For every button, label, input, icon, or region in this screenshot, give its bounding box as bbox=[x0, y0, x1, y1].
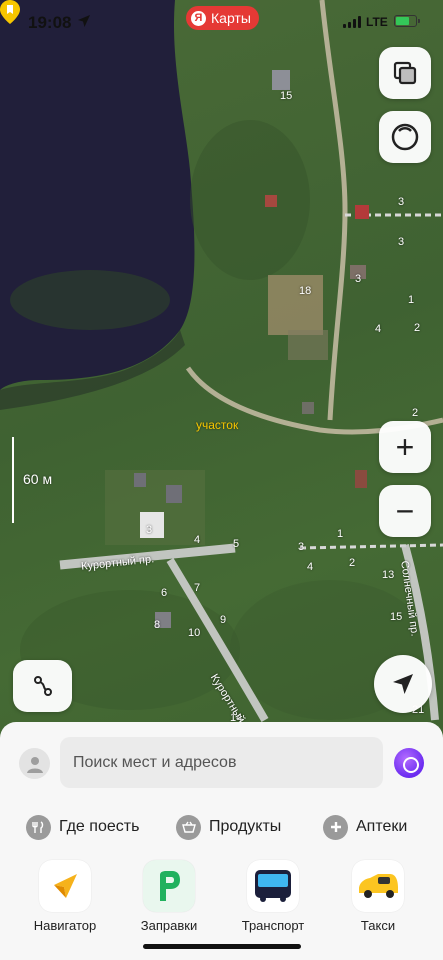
app-label: Заправки bbox=[140, 918, 198, 933]
fork-knife-icon bbox=[26, 814, 51, 840]
house-number: 1 bbox=[337, 528, 344, 540]
navigation-arrow-icon bbox=[393, 674, 413, 694]
basket-icon bbox=[176, 814, 201, 840]
signal-strength-icon bbox=[343, 16, 361, 28]
category-label: Аптеки bbox=[356, 818, 408, 835]
fuel-icon bbox=[143, 860, 195, 912]
house-number: 3 bbox=[146, 524, 153, 536]
house-number: 2 bbox=[349, 557, 356, 569]
battery-level bbox=[396, 17, 409, 25]
house-number: 4 bbox=[307, 561, 314, 573]
battery-icon bbox=[394, 15, 420, 27]
zoom-out-button[interactable]: − bbox=[379, 485, 431, 537]
route-button[interactable] bbox=[13, 660, 72, 712]
navigator-icon bbox=[39, 860, 91, 912]
my-location-button[interactable] bbox=[374, 655, 432, 713]
layers-button[interactable] bbox=[379, 47, 431, 99]
pin-label[interactable]: участок bbox=[196, 418, 238, 432]
category-groceries[interactable]: Продукты bbox=[176, 814, 281, 840]
route-icon bbox=[33, 676, 52, 696]
category-pharmacy[interactable]: Аптеки bbox=[323, 814, 407, 840]
house-number: 15 bbox=[390, 611, 403, 623]
lake bbox=[0, 0, 195, 390]
house-number: 10 bbox=[188, 627, 201, 639]
yandex-logo-icon: Я bbox=[191, 10, 206, 26]
layers-icon bbox=[393, 61, 417, 85]
house-number: 6 bbox=[161, 587, 168, 599]
house-number: 9 bbox=[220, 614, 227, 626]
app-label: Такси bbox=[360, 918, 396, 933]
house-number: 8 bbox=[154, 619, 161, 631]
plus-icon: + bbox=[395, 429, 415, 465]
plus-icon bbox=[323, 814, 348, 840]
home-indicator bbox=[143, 944, 301, 949]
alice-assistant-icon[interactable] bbox=[394, 748, 424, 778]
zoom-in-button[interactable]: + bbox=[379, 421, 431, 473]
status-time: 19:08 bbox=[28, 13, 72, 32]
house-number: 3 bbox=[298, 541, 305, 553]
location-arrow-icon bbox=[78, 15, 90, 27]
house-number: 13 bbox=[382, 569, 395, 581]
scale-label: 60 м bbox=[23, 471, 53, 487]
house-number: 3 bbox=[398, 196, 405, 208]
app-transport[interactable]: Транспорт bbox=[233, 860, 313, 933]
house-number: 3 bbox=[355, 273, 362, 285]
house-number: 5 bbox=[233, 538, 240, 550]
category-food[interactable]: Где поесть bbox=[26, 814, 139, 840]
user-icon bbox=[26, 756, 43, 773]
network-type: LTE bbox=[366, 15, 388, 29]
house-number: 1 bbox=[408, 294, 415, 306]
house-number: 15 bbox=[280, 90, 293, 102]
profile-avatar[interactable] bbox=[19, 748, 50, 779]
compass-icon bbox=[391, 123, 419, 151]
house-number: 18 bbox=[299, 285, 312, 297]
compass-button[interactable] bbox=[379, 111, 431, 163]
minus-icon: − bbox=[395, 493, 415, 529]
taxi-icon bbox=[352, 860, 404, 912]
house-number: 2 bbox=[412, 407, 419, 419]
app-navigator[interactable]: Навигатор bbox=[25, 860, 105, 933]
bus-icon bbox=[247, 860, 299, 912]
brand-badge: Я Карты bbox=[186, 6, 259, 30]
search-placeholder: Поиск мест и адресов bbox=[73, 753, 237, 771]
house-number: 4 bbox=[375, 323, 382, 335]
app-label: Навигатор bbox=[33, 918, 97, 933]
house-number: 4 bbox=[194, 534, 201, 546]
scale-bar bbox=[12, 437, 14, 523]
house-number: 2 bbox=[414, 322, 421, 334]
category-label: Где поесть bbox=[59, 818, 140, 835]
house-number: 3 bbox=[398, 236, 405, 248]
app-label: Транспорт bbox=[241, 918, 305, 933]
brand-name: Карты bbox=[211, 10, 251, 26]
category-label: Продукты bbox=[209, 818, 282, 835]
search-input[interactable]: Поиск мест и адресов bbox=[60, 737, 383, 788]
app-taxi[interactable]: Такси bbox=[338, 860, 418, 933]
status-bar: 19:08 Я Карты LTE bbox=[0, 0, 443, 44]
app-fuel[interactable]: Заправки bbox=[129, 860, 209, 933]
house-number: 7 bbox=[194, 582, 201, 594]
